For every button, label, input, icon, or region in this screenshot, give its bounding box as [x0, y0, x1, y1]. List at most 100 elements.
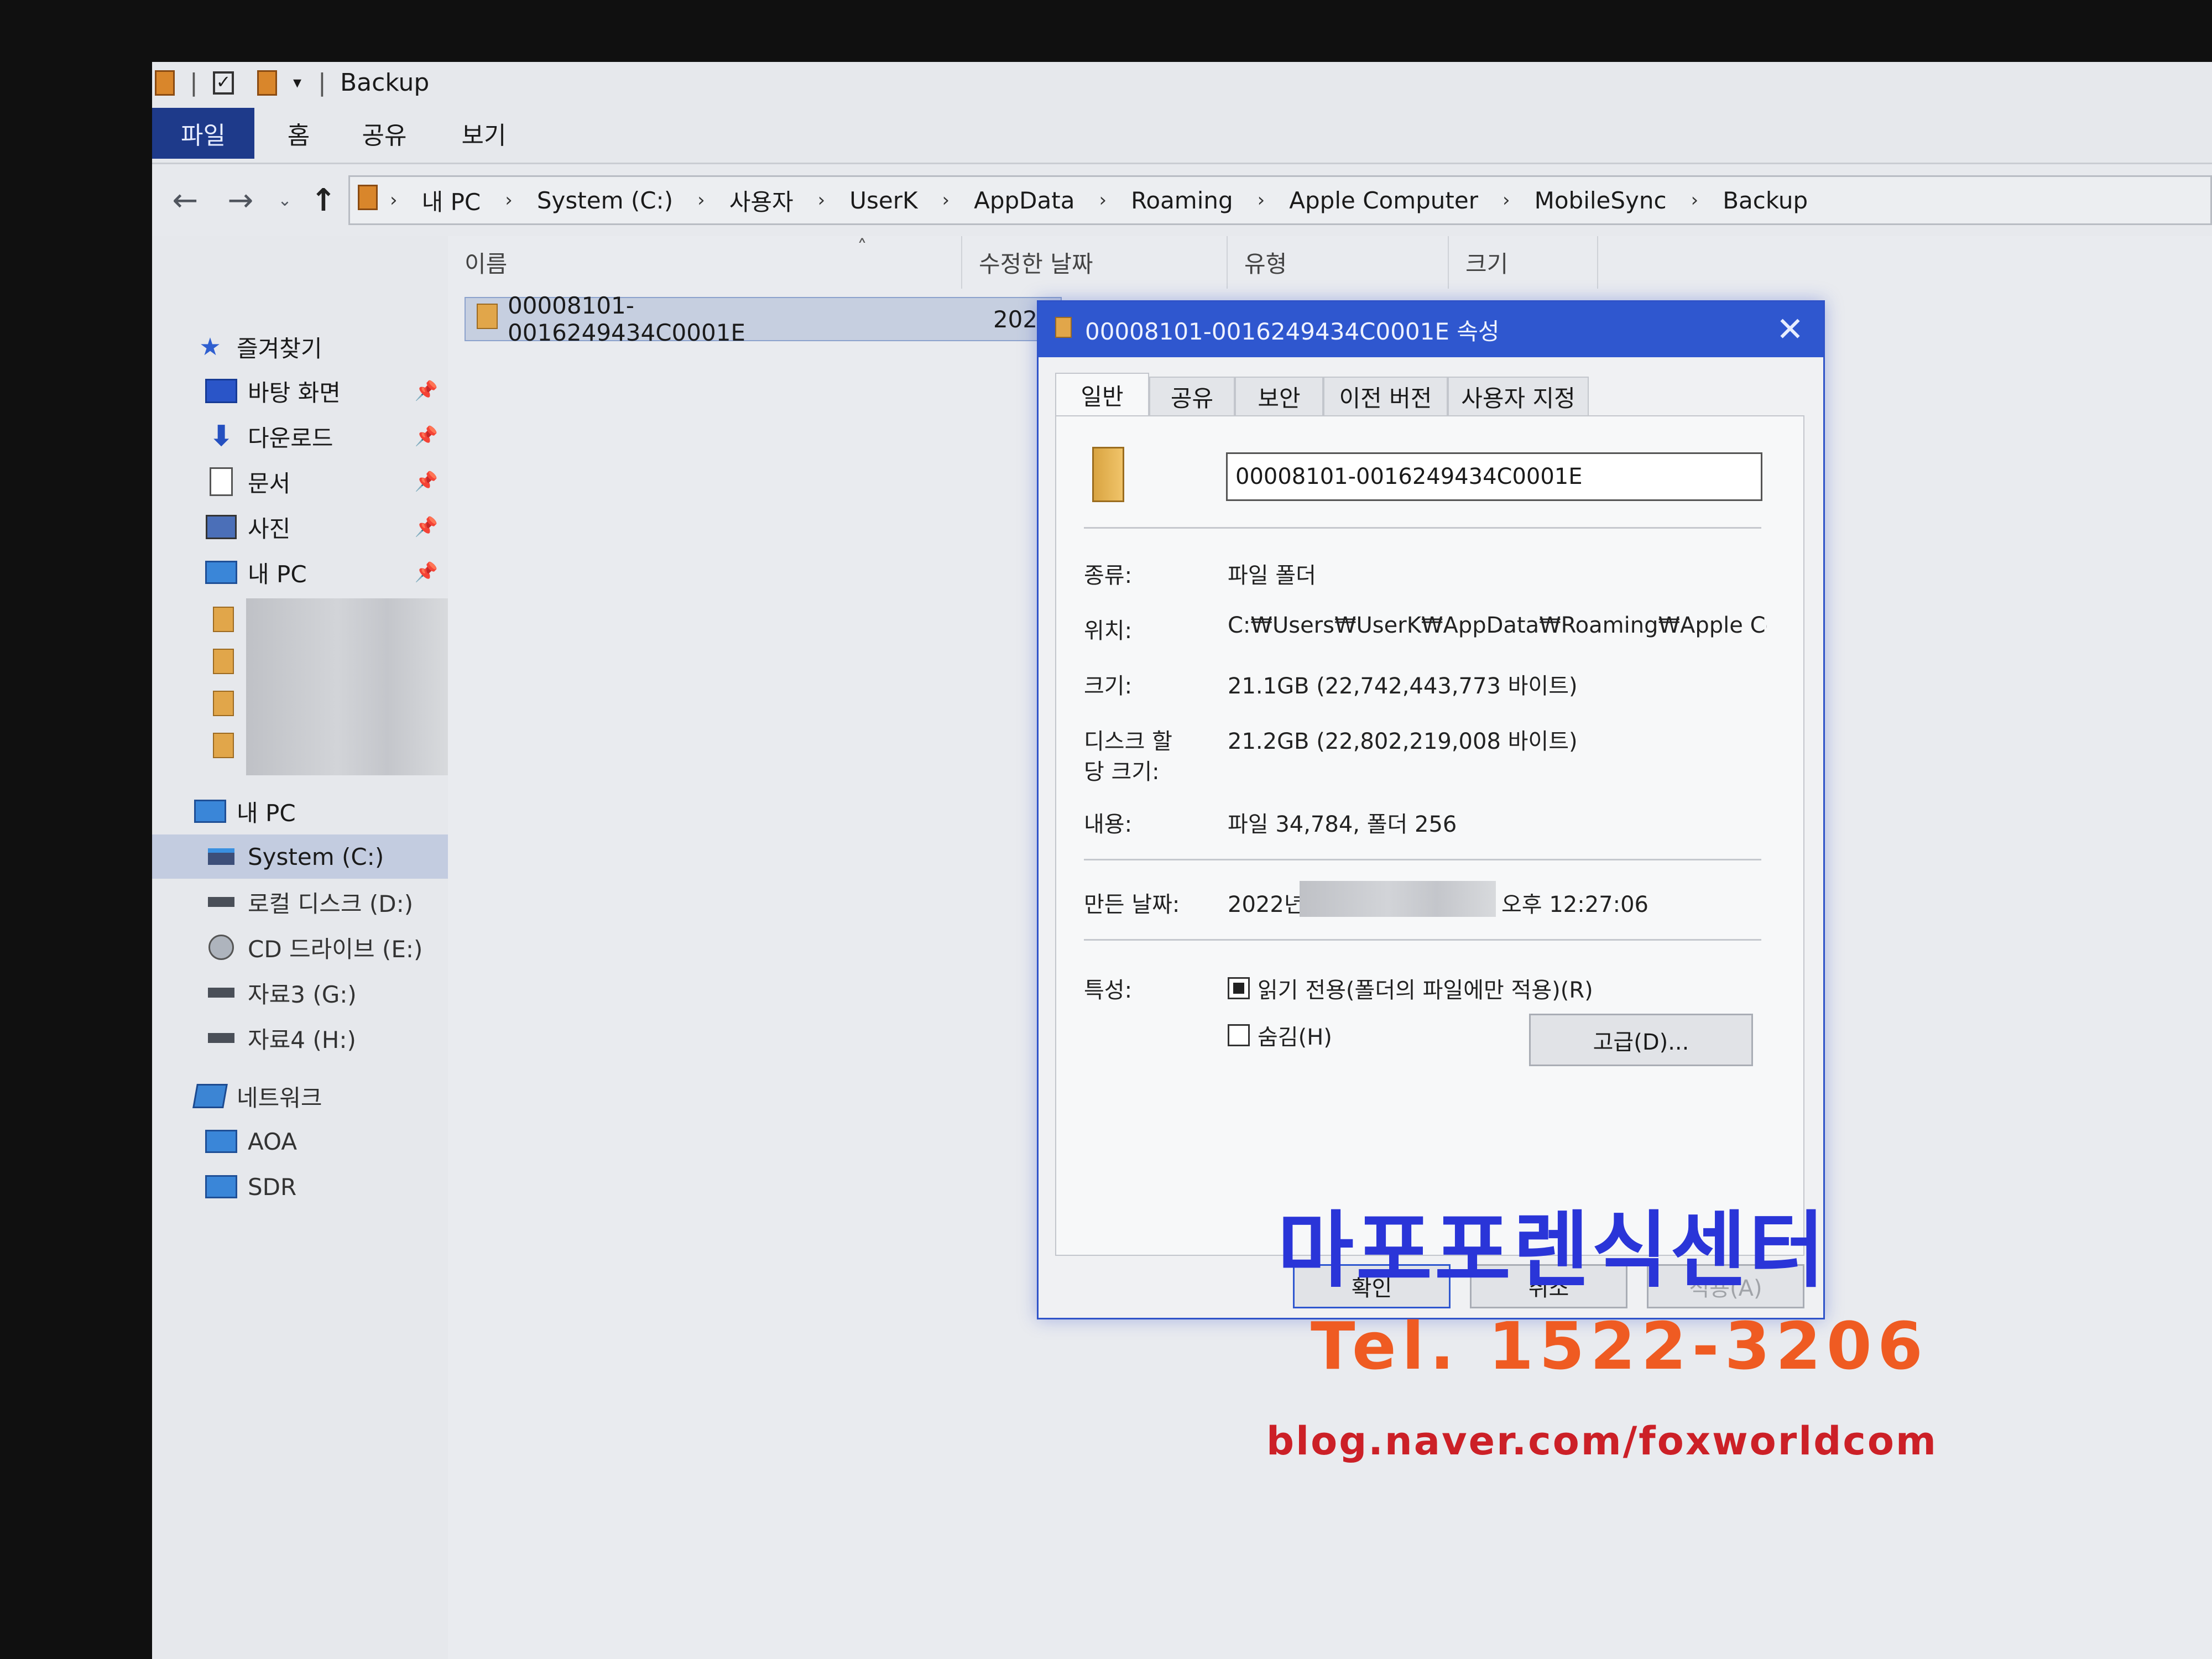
tab-general[interactable]: 일반: [1055, 373, 1149, 416]
up-arrow-icon[interactable]: ↑: [301, 175, 346, 225]
breadcrumb-mobilesync[interactable]: MobileSync: [1522, 187, 1679, 214]
checkbox-icon[interactable]: ✓: [213, 67, 234, 98]
nav-drive-c[interactable]: System (C:): [152, 834, 448, 879]
nav-item-documents[interactable]: 문서 📌: [205, 460, 448, 504]
nav-network-aoa[interactable]: AOA: [205, 1119, 448, 1164]
type-label: 종류:: [1084, 563, 1133, 588]
tab-view[interactable]: 보기: [445, 108, 523, 159]
nav-network-sdr[interactable]: SDR: [205, 1165, 448, 1209]
tab-previous-versions[interactable]: 이전 버전: [1323, 377, 1448, 415]
nav-drive-g[interactable]: 자료3 (G:): [205, 971, 448, 1015]
advanced-button[interactable]: 고급(D)...: [1529, 1014, 1753, 1066]
back-arrow-icon[interactable]: ←: [163, 175, 207, 225]
navigation-pane: ★ 즐겨찾기 바탕 화면 📌 ⬇ 다운로드 📌 문서 📌 사진 📌 내 PC 📌: [152, 236, 448, 1659]
address-row: ← → ⌄ ↑ › 내 PC › System (C:) › 사용자 › Use…: [152, 164, 2212, 236]
pin-icon[interactable]: 📌: [415, 561, 438, 583]
location-value: C:₩Users₩UserK₩AppData₩Roaming₩Apple Com…: [1228, 613, 1767, 638]
breadcrumb-appdata[interactable]: AppData: [962, 187, 1087, 214]
table-row[interactable]: 00008101-0016249434C0001E 2022-: [465, 292, 1062, 346]
tab-sharing[interactable]: 공유: [1149, 377, 1235, 415]
title-bar: | ✓ ▾ | Backup: [152, 62, 2212, 103]
checkbox-unchecked-icon[interactable]: [1228, 1024, 1250, 1046]
pin-icon[interactable]: 📌: [415, 425, 438, 447]
folder-icon: [213, 691, 234, 716]
disk-size-label-line2: 당 크기:: [1084, 759, 1160, 785]
folder-large-icon: [1092, 447, 1124, 504]
nav-drive-e[interactable]: CD 드라이브 (E:): [205, 925, 448, 969]
nav-label: 로컬 디스크 (D:): [248, 890, 414, 917]
folder-icon: [1055, 316, 1072, 343]
breadcrumb-separator: ›: [390, 189, 398, 211]
hidden-checkbox[interactable]: 숨김(H): [1228, 1019, 1332, 1051]
nav-item-desktop[interactable]: 바탕 화면 📌: [205, 369, 448, 413]
drive-icon: [205, 897, 238, 907]
computer-icon: [205, 1175, 238, 1198]
new-folder-icon[interactable]: [257, 67, 277, 98]
size-label: 크기:: [1084, 674, 1133, 699]
column-header-size[interactable]: 크기: [1449, 236, 1598, 289]
window-title: Backup: [340, 69, 430, 97]
dialog-title-bar: 00008101-0016249434C0001E 속성: [1039, 302, 1823, 357]
readonly-label: 읽기 전용(폴더의 파일에만 적용)(R): [1258, 978, 1593, 1003]
column-header-date[interactable]: 수정한 날짜: [962, 236, 1228, 289]
nav-quick-access[interactable]: ★ 즐겨찾기: [194, 325, 448, 369]
checkbox-checked-icon[interactable]: [1228, 977, 1250, 999]
column-label: 이름: [465, 251, 508, 278]
readonly-checkbox[interactable]: 읽기 전용(폴더의 파일에만 적용)(R): [1228, 972, 1593, 1004]
type-value: 파일 폴더: [1228, 563, 1316, 588]
nav-item-pictures[interactable]: 사진 📌: [205, 505, 448, 549]
tab-customize[interactable]: 사용자 지정: [1448, 377, 1589, 415]
watermark-blog-url: blog.naver.com/foxworldcom: [1266, 1418, 1938, 1464]
breadcrumb-users[interactable]: 사용자: [717, 184, 806, 217]
breadcrumb-separator: ›: [505, 189, 513, 211]
nav-drive-d[interactable]: 로컬 디스크 (D:): [205, 880, 448, 924]
breadcrumb-backup[interactable]: Backup: [1710, 187, 1820, 214]
breadcrumb-this-pc[interactable]: 내 PC: [410, 184, 493, 217]
folder-name-input[interactable]: 00008101-0016249434C0001E: [1226, 452, 1762, 501]
pin-icon[interactable]: 📌: [415, 471, 438, 493]
sort-ascending-icon: ˄: [857, 236, 867, 259]
breadcrumb-userk[interactable]: UserK: [837, 187, 930, 214]
nav-drive-h[interactable]: 자료4 (H:): [205, 1016, 448, 1060]
nav-label: 자료3 (G:): [248, 980, 357, 1008]
breadcrumb-system-c[interactable]: System (C:): [525, 187, 685, 214]
nav-label: SDR: [248, 1173, 297, 1201]
folder-icon: [477, 304, 498, 335]
breadcrumb-separator: ›: [1502, 189, 1510, 211]
breadcrumb-roaming[interactable]: Roaming: [1119, 187, 1245, 214]
hidden-label: 숨김(H): [1258, 1025, 1332, 1050]
nav-label: 즐겨찾기: [237, 335, 322, 362]
tab-home[interactable]: 홈: [268, 108, 329, 159]
forward-arrow-icon[interactable]: →: [218, 175, 263, 225]
nav-item-this-pc[interactable]: 내 PC 📌: [205, 550, 448, 594]
breadcrumb-separator: ›: [1691, 189, 1699, 211]
nav-label: 내 PC: [237, 799, 296, 827]
recent-locations-chevron-icon[interactable]: ⌄: [263, 175, 307, 225]
computer-icon: [205, 1130, 238, 1153]
nav-label: CD 드라이브 (E:): [248, 935, 423, 963]
tab-security[interactable]: 보안: [1235, 377, 1323, 415]
folder-icon: [213, 607, 234, 632]
address-bar[interactable]: › 내 PC › System (C:) › 사용자 › UserK › App…: [348, 175, 2212, 225]
nav-label: AOA: [248, 1128, 298, 1155]
pin-icon[interactable]: 📌: [415, 380, 438, 402]
breadcrumb-apple-computer[interactable]: Apple Computer: [1277, 187, 1490, 214]
tab-share[interactable]: 공유: [346, 108, 423, 159]
close-icon[interactable]: ✕: [1757, 302, 1823, 357]
redacted-region: [246, 598, 448, 775]
breadcrumb-separator: ›: [817, 189, 826, 211]
nav-this-pc[interactable]: 내 PC: [194, 789, 448, 833]
attributes-label: 특성:: [1084, 978, 1133, 1003]
drive-icon: [205, 988, 238, 998]
chevron-down-icon[interactable]: ▾: [293, 67, 301, 98]
column-header-name[interactable]: 이름: [448, 236, 962, 289]
column-header-type[interactable]: 유형: [1228, 236, 1449, 289]
desktop-icon: [205, 379, 238, 403]
pinned-folder-icons: [213, 601, 246, 784]
tab-file[interactable]: 파일: [152, 108, 254, 159]
watermark-center-name: 마포포렌식센터: [1277, 1203, 1828, 1299]
dialog-title: 00008101-0016249434C0001E 속성: [1085, 317, 1500, 345]
nav-item-downloads[interactable]: ⬇ 다운로드 📌: [205, 414, 448, 458]
pin-icon[interactable]: 📌: [415, 516, 438, 538]
nav-network[interactable]: 네트워크: [192, 1074, 448, 1118]
